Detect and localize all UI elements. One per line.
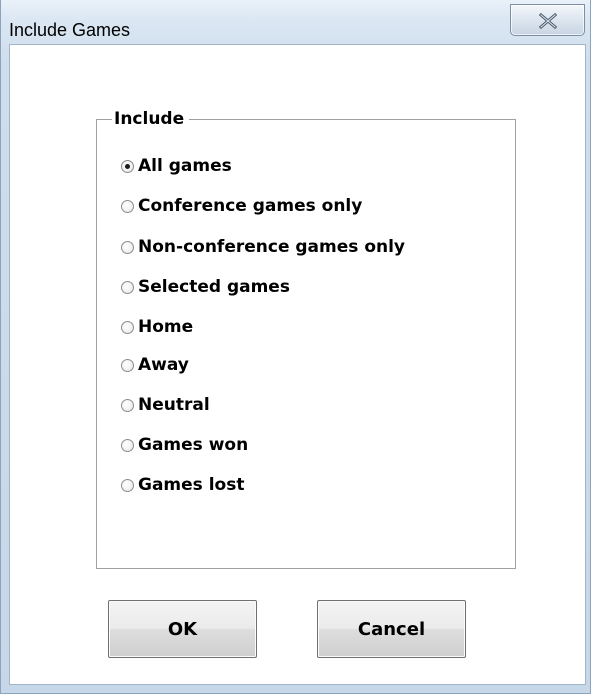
- radio-games-lost[interactable]: Games lost: [121, 472, 244, 498]
- close-button[interactable]: [510, 4, 585, 36]
- group-legend: Include: [112, 107, 190, 131]
- radio-label[interactable]: Selected games: [138, 277, 290, 297]
- include-groupbox: Include All games Conference games only …: [96, 107, 516, 569]
- radio-all-games[interactable]: All games: [121, 153, 232, 179]
- radio-button-icon[interactable]: [121, 438, 134, 452]
- radio-selected-games[interactable]: Selected games: [121, 274, 290, 300]
- radio-conference-games-only[interactable]: Conference games only: [121, 193, 362, 219]
- radio-away[interactable]: Away: [121, 352, 189, 378]
- radio-non-conference-games-only[interactable]: Non-conference games only: [121, 234, 405, 260]
- radio-home[interactable]: Home: [121, 314, 193, 340]
- radio-label[interactable]: Games won: [138, 435, 248, 455]
- radio-button-icon[interactable]: [121, 159, 134, 173]
- radio-button-icon[interactable]: [121, 240, 134, 254]
- radio-button-icon[interactable]: [121, 280, 134, 294]
- radio-neutral[interactable]: Neutral: [121, 392, 210, 418]
- cancel-button[interactable]: Cancel: [317, 600, 466, 658]
- close-icon: [539, 13, 557, 29]
- dialog-window: Include Games Include All games Conferen…: [0, 0, 591, 694]
- title-bar[interactable]: Include Games: [1, 0, 591, 44]
- dialog-client-area: Include All games Conference games only …: [9, 44, 586, 685]
- ok-button[interactable]: OK: [108, 600, 257, 658]
- radio-label[interactable]: Away: [138, 355, 189, 375]
- radio-games-won[interactable]: Games won: [121, 432, 248, 458]
- radio-button-icon[interactable]: [121, 478, 134, 492]
- radio-label[interactable]: Home: [138, 317, 193, 337]
- radio-label[interactable]: All games: [138, 156, 232, 176]
- radio-label[interactable]: Neutral: [138, 395, 210, 415]
- window-title: Include Games: [9, 20, 131, 40]
- radio-label[interactable]: Conference games only: [138, 196, 362, 216]
- radio-label[interactable]: Non-conference games only: [138, 237, 405, 257]
- radio-button-icon[interactable]: [121, 398, 134, 412]
- radio-button-icon[interactable]: [121, 199, 134, 213]
- radio-label[interactable]: Games lost: [138, 475, 244, 495]
- radio-button-icon[interactable]: [121, 320, 134, 334]
- radio-button-icon[interactable]: [121, 358, 134, 372]
